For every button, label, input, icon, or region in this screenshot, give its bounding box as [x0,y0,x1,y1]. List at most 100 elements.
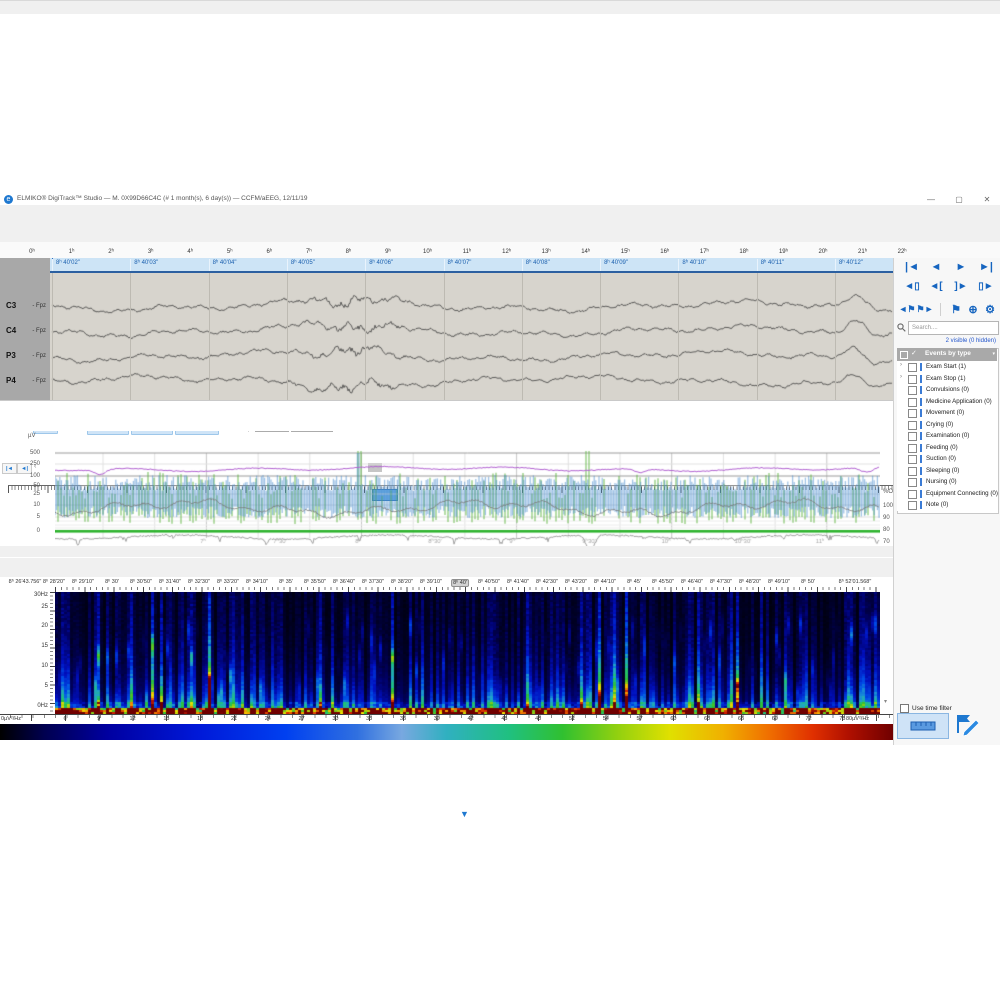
nav-last-button[interactable]: ►| [975,261,997,273]
event-label: Note (0) [926,501,948,508]
dsa-time-label: 8ʰ 31'40" [159,579,181,585]
events-header[interactable]: ✓ Events by type ▾ [897,348,997,361]
trend-left-tick: 500 [2,450,40,456]
event-checkbox[interactable] [908,455,917,464]
sidebar-bottom-caret[interactable]: ▾ [884,698,887,705]
time-range-icon [910,721,936,731]
expand-arrow-icon[interactable]: › [900,362,902,368]
event-type-row[interactable]: ›Exam Stop (1) [897,373,997,385]
timeline-hour-label: 21ʰ [858,249,867,255]
nav-next-screen-button[interactable]: ]► [950,281,972,292]
event-checkbox[interactable] [908,501,917,510]
event-color-bar [920,478,922,486]
dsa-time-label: 8ʰ 43'20" [565,579,587,585]
event-time-button[interactable]: ⊕ [965,303,981,316]
visible-events-link[interactable]: 2 visible (0 hidden) [900,338,996,344]
power-scale-number: 12 [130,716,136,722]
event-checkbox[interactable] [908,375,917,384]
trend-left-tick: 10 [2,502,40,508]
event-type-row[interactable]: Convulsions (0) [897,384,997,396]
event-checkbox[interactable] [908,432,917,441]
trend-left-tick: 100 [2,473,40,479]
nav-prev-page-button[interactable]: ◄▯ [901,281,923,292]
dsa-time-label: 8ʰ 37'30" [362,579,384,585]
dsa-time-label: 8ʰ 44'10" [594,579,616,585]
eeg-header-divider [522,259,523,271]
close-button[interactable]: ✕ [976,194,998,205]
maximize-button[interactable]: ▢ [948,194,970,205]
event-checkbox[interactable] [908,398,917,407]
nav-next-page-button[interactable]: ▯► [975,281,997,292]
prev-event-button[interactable]: ◄⚑ [898,304,916,315]
power-scale-number: 21 [231,716,237,722]
search-input[interactable]: Search.... [908,321,999,335]
event-settings-button[interactable]: ⚙ [982,303,998,316]
nav-next-button[interactable]: ► [950,261,972,273]
timeline-hour-label: 19ʰ [779,249,788,255]
event-type-row[interactable]: Examination (0) [897,430,997,442]
minimize-button[interactable]: — [920,194,942,205]
event-type-row[interactable]: Crying (0) [897,419,997,431]
event-checkbox[interactable] [908,386,917,395]
event-type-row[interactable]: › Exam Start (1) [897,361,997,373]
nav-prev-screen-button[interactable]: ◄[ [925,281,947,292]
trend-left-tick: 50 [2,483,40,489]
event-checkbox[interactable] [908,478,917,487]
event-color-bar [920,363,922,371]
event-type-row[interactable]: Equipment Connecting (0) [897,488,997,500]
nav-prev-button[interactable]: ◄ [925,261,947,273]
use-time-filter-checkbox[interactable] [900,704,909,713]
event-checkbox[interactable] [908,363,917,372]
time-range-button[interactable] [897,713,949,739]
event-type-row[interactable]: Feeding (0) [897,442,997,454]
timeline-hour-label: 8ʰ [346,249,352,255]
channel-reference: - Fpz [0,378,46,384]
event-label: Exam Start (1) [926,363,966,370]
trend-scrollbar: ‹ › [0,546,893,557]
event-label: Suction (0) [926,455,956,462]
event-checkbox[interactable] [908,409,917,418]
dsa-frequency-label: 20 [2,623,48,629]
event-type-row[interactable]: Suction (0) [897,453,997,465]
event-type-row[interactable]: Nursing (0) [897,476,997,488]
event-type-row[interactable]: Movement (0) [897,407,997,419]
events-header-caret[interactable]: ▾ [992,351,995,357]
channel-reference: - Fpz [0,328,46,334]
dsa-time-label: 8ʰ 42'30" [536,579,558,585]
event-checkbox[interactable] [908,490,917,499]
next-event-button[interactable]: ⚑► [916,304,934,315]
eeg-time-label: 8ʰ 40'09" [604,260,628,266]
eeg-header-divider [757,259,758,271]
eeg-time-label: 8ʰ 40'07" [448,260,472,266]
annotate-button[interactable] [952,712,984,738]
timeline-hour-label: 18ʰ [739,249,748,255]
eeg-header-divider [130,259,131,271]
timeline-hour-label: 7ʰ [306,249,312,255]
trend-right-tick: 80 [883,527,890,533]
trend-plot-canvas[interactable] [55,446,880,556]
use-time-filter-row[interactable]: Use time filter [900,704,952,713]
eeg-time-label: 8ʰ 40'03" [134,260,158,266]
event-checkbox[interactable] [908,467,917,476]
event-type-row[interactable]: Note (0) [897,499,997,511]
eeg-traces-canvas[interactable] [50,273,893,400]
flag-pencil-icon [952,712,982,736]
eeg-time-label: 8ʰ 40'08" [526,260,550,266]
eeg-gridline [130,273,131,400]
collapse-handle-icon[interactable]: ▼ [460,810,469,819]
event-color-bar [920,501,922,509]
channel-reference: - Fpz [0,303,46,309]
eeg-gridline [835,273,836,400]
flag-event-button[interactable]: ⚑ [948,303,964,316]
power-scale-number: 69 [772,716,778,722]
expand-arrow-icon[interactable]: › [900,374,902,380]
event-checkbox[interactable] [908,444,917,453]
timeline-hour-label: 5ʰ [227,249,233,255]
dsa-time-label: 8ʰ 41'40" [507,579,529,585]
dsa-spectrogram-canvas[interactable] [55,592,880,714]
event-type-row[interactable]: Sleeping (0) [897,465,997,477]
event-checkbox[interactable] [908,421,917,430]
event-type-row[interactable]: Medicine Application (0) [897,396,997,408]
events-checkbox-column-icon[interactable] [900,351,908,359]
nav-first-button[interactable]: |◄ [901,261,923,273]
